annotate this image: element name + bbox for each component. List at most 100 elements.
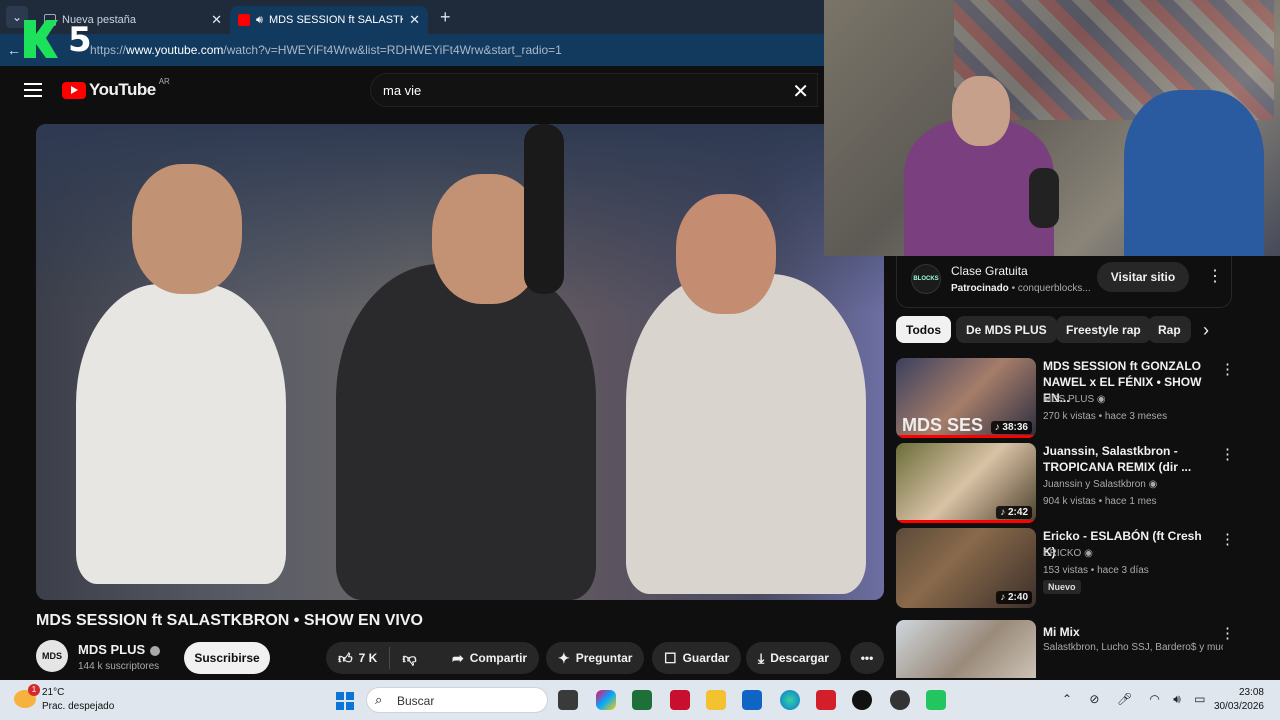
- media-player-icon[interactable]: [852, 690, 872, 710]
- rec-channel-text: ERICKO: [1043, 548, 1082, 559]
- rec-channel: Salastkbron, Lucho SSJ, Bardero$ y muc..…: [1043, 642, 1223, 653]
- more-vert-icon[interactable]: ⋮: [1207, 266, 1223, 286]
- more-vert-icon[interactable]: ⋮: [1220, 445, 1235, 463]
- more-actions-button[interactable]: •••: [850, 642, 884, 674]
- browser-tab-bar: ⌄ Nueva pestaña ✕ 🔊︎ MDS SESSION ft SALA…: [0, 0, 824, 34]
- video-thumbnail[interactable]: MDS SES ♪ 38:36: [896, 358, 1036, 438]
- rec-channel[interactable]: Juanssin y Salastkbron ◉: [1043, 479, 1157, 490]
- watch-progress-bar: [896, 435, 1036, 438]
- chip-freestyle-rap[interactable]: Freestyle rap: [1056, 316, 1151, 343]
- thumbnail-overlay-text: MDS SES: [902, 415, 984, 435]
- ad-title: Clase Gratuita: [951, 264, 1028, 278]
- mix-thumbnail[interactable]: [896, 620, 1036, 678]
- duration-badge: ♪ 2:42: [996, 506, 1032, 519]
- outlook-icon[interactable]: [742, 690, 762, 710]
- chevron-up-icon[interactable]: ⌃: [1062, 692, 1072, 706]
- more-vert-icon[interactable]: ⋮: [1220, 530, 1235, 548]
- obs-icon[interactable]: [890, 690, 910, 710]
- windows-start-icon[interactable]: [336, 692, 354, 710]
- task-view-icon[interactable]: [558, 690, 578, 710]
- list-item[interactable]: ♪ 2:42 Juanssin, Salastkbron - TROPICANA…: [896, 443, 1280, 523]
- tab-youtube[interactable]: 🔊︎ MDS SESSION ft SALASTKBRO ✕: [230, 6, 428, 34]
- new-tab-button[interactable]: +: [440, 7, 451, 28]
- subscriber-count: 144 k suscriptores: [78, 661, 160, 672]
- video-actions-row: MDS MDS PLUS 144 k suscriptores Suscribi…: [36, 640, 884, 676]
- sponsored-label: Patrocinado: [951, 283, 1009, 294]
- url-path: /watch?v=HWEYiFt4Wrw&list=RDHWEYiFt4Wrw&…: [223, 43, 562, 57]
- video-title: MDS SESSION ft SALASTKBRON • SHOW EN VIV…: [36, 612, 423, 629]
- webcam-overlay: [824, 0, 1280, 256]
- chip-todos[interactable]: Todos: [896, 316, 952, 343]
- like-button[interactable]: 👍︎ 7 K: [326, 642, 389, 674]
- visit-site-button[interactable]: Visitar sitio: [1097, 262, 1189, 292]
- dislike-button[interactable]: 👎︎: [390, 642, 428, 674]
- clear-search-icon[interactable]: ✕: [792, 79, 809, 104]
- video-microphone: [524, 124, 564, 294]
- video-player[interactable]: [36, 124, 884, 600]
- search-input[interactable]: ma vie ✕: [370, 73, 818, 107]
- copilot-icon[interactable]: [596, 690, 616, 710]
- download-button[interactable]: ⤓ Descargar: [746, 642, 841, 674]
- ask-button[interactable]: ✦ Preguntar: [546, 642, 645, 674]
- app-icon-green[interactable]: [926, 690, 946, 710]
- taskbar-search[interactable]: ⌕ Buscar: [366, 687, 548, 713]
- rec-meta: 153 vistas • hace 3 días: [1043, 565, 1149, 576]
- youtube-logo[interactable]: YouTube AR: [62, 77, 170, 100]
- time: 23:08: [1238, 687, 1264, 698]
- rec-title[interactable]: Juanssin, Salastkbron - TROPICANA REMIX …: [1043, 443, 1215, 475]
- list-item[interactable]: ♪ 2:40 Ericko - ESLABÓN (ft Cresh K) ERI…: [896, 528, 1280, 608]
- file-explorer-icon[interactable]: [706, 690, 726, 710]
- tab-title: MDS SESSION ft SALASTKBRO: [268, 14, 403, 26]
- channel-name[interactable]: MDS PLUS: [78, 642, 161, 657]
- list-item[interactable]: Mi Mix Salastkbron, Lucho SSJ, Bardero$ …: [896, 620, 1280, 678]
- temperature: 21°C: [42, 687, 65, 698]
- close-icon[interactable]: ✕: [409, 12, 420, 28]
- clock[interactable]: 23:08 30/03/2026: [1206, 686, 1264, 714]
- sponsored-ad[interactable]: BLOCKS Clase Gratuita Patrocinado • conq…: [896, 256, 1232, 308]
- microphone-icon[interactable]: 🎤︎: [1117, 692, 1132, 706]
- video-thumbnail[interactable]: ♪ 2:42: [896, 443, 1036, 523]
- rec-channel[interactable]: MDS PLUS ◉: [1043, 394, 1106, 405]
- app-icon-red[interactable]: [816, 690, 836, 710]
- volume-icon[interactable]: 🔊︎: [1173, 692, 1181, 706]
- save-button[interactable]: ☐ Guardar: [652, 642, 742, 674]
- video-person-center: [336, 264, 596, 600]
- save-label: Guardar: [682, 651, 730, 665]
- webcam-microphone: [1029, 168, 1059, 228]
- webcam-person-left-head: [952, 76, 1010, 146]
- download-label: Descargar: [770, 651, 829, 665]
- more-vert-icon[interactable]: ⋮: [1220, 624, 1235, 642]
- stream-logo: 5: [22, 18, 92, 60]
- verified-icon: ◉: [1096, 394, 1106, 405]
- ask-label: Preguntar: [575, 651, 633, 665]
- chip-de-mds-plus[interactable]: De MDS PLUS: [956, 316, 1057, 343]
- rec-title[interactable]: Mi Mix: [1043, 624, 1215, 640]
- share-button[interactable]: ➦ Compartir: [440, 642, 540, 674]
- subscribe-button[interactable]: Suscribirse: [184, 642, 270, 674]
- rec-meta: 270 k vistas • hace 3 meses: [1043, 411, 1168, 422]
- rec-channel[interactable]: ERICKO ◉: [1043, 548, 1093, 559]
- speaker-icon[interactable]: 🔊︎: [256, 14, 263, 27]
- wifi-icon[interactable]: ◠: [1149, 692, 1159, 706]
- close-icon[interactable]: ✕: [211, 12, 222, 28]
- antivirus-icon[interactable]: [670, 690, 690, 710]
- chip-rap[interactable]: Rap: [1148, 316, 1191, 343]
- more-vert-icon[interactable]: ⋮: [1220, 360, 1235, 378]
- duration: 2:42: [1007, 507, 1028, 518]
- more-icon: •••: [860, 651, 874, 665]
- search-query: ma vie: [383, 83, 422, 98]
- list-item[interactable]: MDS SES ♪ 38:36 MDS SESSION ft GONZALO N…: [896, 358, 1280, 438]
- rec-channel-text: MDS PLUS: [1043, 394, 1095, 405]
- menu-icon[interactable]: [24, 83, 42, 97]
- advertiser-logo: BLOCKS: [911, 264, 941, 294]
- edge-icon[interactable]: [780, 690, 800, 710]
- battery-icon[interactable]: ▭: [1194, 692, 1205, 706]
- video-thumbnail[interactable]: ♪ 2:40: [896, 528, 1036, 608]
- chevron-right-icon[interactable]: ›: [1203, 320, 1209, 341]
- no-network-icon[interactable]: ⊘: [1089, 692, 1099, 706]
- channel-avatar[interactable]: MDS: [36, 640, 68, 672]
- verified-icon: ◉: [1148, 479, 1158, 490]
- youtube-wordmark: YouTube: [89, 80, 156, 99]
- url-field[interactable]: https://www.youtube.com/watch?v=HWEYiFt4…: [90, 43, 562, 57]
- store-icon[interactable]: [632, 690, 652, 710]
